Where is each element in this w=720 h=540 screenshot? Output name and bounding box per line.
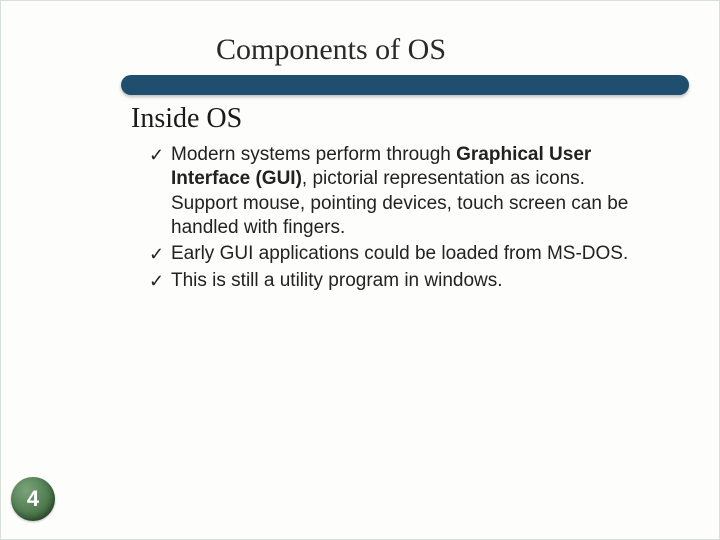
bullet-pre: Modern systems perform through: [171, 144, 456, 165]
bullet-text: Modern systems perform through Graphical…: [171, 143, 639, 240]
checkmark-icon: ✓: [149, 242, 171, 266]
page-number: 4: [27, 486, 39, 512]
bullet-text: Early GUI applications could be loaded f…: [171, 242, 639, 266]
list-item: ✓ Modern systems perform through Graphic…: [149, 143, 639, 240]
bullet-pre: This is still a utility program in windo…: [171, 270, 503, 291]
checkmark-icon: ✓: [149, 269, 171, 293]
slide-subtitle: Inside OS: [131, 103, 242, 135]
slide: Components of OS Inside OS ✓ Modern syst…: [0, 0, 720, 540]
bullet-pre: Early GUI applications could be loaded f…: [171, 243, 628, 264]
page-number-badge: 4: [11, 477, 55, 521]
bullet-text: This is still a utility program in windo…: [171, 269, 639, 293]
title-block: Components of OS: [121, 33, 659, 73]
list-item: ✓ Early GUI applications could be loaded…: [149, 242, 639, 266]
bullet-list: ✓ Modern systems perform through Graphic…: [149, 143, 639, 295]
slide-title: Components of OS: [121, 33, 659, 73]
list-item: ✓ This is still a utility program in win…: [149, 269, 639, 293]
title-underline-bar: [121, 75, 689, 95]
checkmark-icon: ✓: [149, 143, 171, 167]
